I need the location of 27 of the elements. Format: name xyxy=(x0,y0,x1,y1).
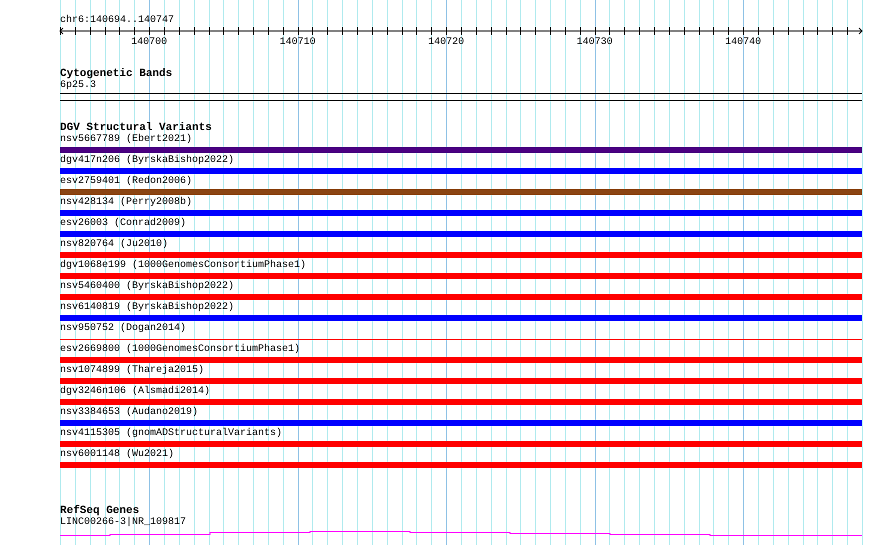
variant-label: nsv6140819 (ByrskaBishop2022) xyxy=(60,302,236,314)
location-label: chr6:140694..140747 xyxy=(60,15,176,27)
variant-label: nsv820764 (Ju2010) xyxy=(60,239,170,251)
variant-label: dgv3246n106 (Alsmadi2014) xyxy=(60,386,212,398)
variant-label: nsv3384653 (Audano2019) xyxy=(60,407,200,419)
track-title: DGV Structural Variants xyxy=(60,122,213,134)
variant-label: nsv1074899 (Thareja2015) xyxy=(60,365,206,377)
track-title: RefSeq Genes xyxy=(60,505,140,517)
band-label: 6p25.3 xyxy=(60,80,98,92)
ruler-label: 140720 xyxy=(428,37,464,48)
variant-label: nsv6001148 (Wu2021) xyxy=(60,449,176,461)
variant-label: nsv5460400 (ByrskaBishop2022) xyxy=(60,281,236,293)
track-title: Cytogenetic Bands xyxy=(60,68,174,80)
variant-label: nsv5667789 (Ebert2021) xyxy=(60,134,194,146)
variant-label: nsv428134 (Perry2008b) xyxy=(60,197,194,209)
variant-label: esv2759401 (Redon2006) xyxy=(60,176,194,188)
variant-label: dgv1068e199 (1000GenomesConsortiumPhase1) xyxy=(60,260,308,272)
ruler-label: 140740 xyxy=(725,37,762,48)
variant-label: dgv417n206 (ByrskaBishop2022) xyxy=(60,155,236,167)
ruler-label: 140730 xyxy=(576,37,613,48)
ruler-label: 140700 xyxy=(131,37,168,48)
gene-label: LINC00266-3|NR_109817 xyxy=(60,517,188,529)
ruler-label: 140710 xyxy=(280,37,316,48)
variant-label: esv26003 (Conrad2009) xyxy=(60,218,188,230)
variant-label: esv2669800 (1000GenomesConsortiumPhase1) xyxy=(60,344,302,356)
variant-label: nsv950752 (Dogan2014) xyxy=(60,323,188,335)
variant-label: nsv4115305 (gnomADStructuralVariants) xyxy=(60,428,284,440)
